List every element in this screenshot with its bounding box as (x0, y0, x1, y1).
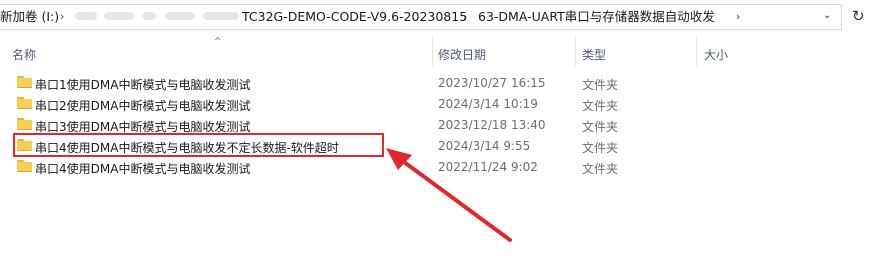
chevron-down-icon[interactable]: ⌄ (823, 10, 831, 21)
column-header-size[interactable]: 大小 (704, 46, 728, 63)
item-modified: 2023/12/18 13:40 (438, 118, 546, 132)
item-modified: 2022/11/24 9:02 (438, 160, 538, 174)
redacted-crumb (104, 12, 134, 20)
column-divider[interactable] (696, 36, 697, 66)
folder-icon (17, 160, 32, 172)
refresh-icon[interactable]: ↻ (852, 7, 865, 25)
list-item[interactable]: 串口2使用DMA中断模式与电脑收发测试 2024/3/14 10:19 文件夹 (12, 94, 872, 115)
list-item[interactable]: 串口4使用DMA中断模式与电脑收发测试 2022/11/24 9:02 文件夹 (12, 157, 872, 178)
sort-ascending-icon: ^ (214, 37, 222, 47)
column-header-row: 名称 修改日期 类型 大小 (0, 34, 872, 70)
chevron-right-icon[interactable]: › (463, 9, 467, 25)
item-modified: 2024/3/14 9:55 (438, 139, 531, 153)
item-name: 串口4使用DMA中断模式与电脑收发测试 (35, 162, 251, 176)
redacted-crumb (75, 12, 97, 20)
chevron-right-icon[interactable]: › (60, 9, 64, 25)
item-name: 串口2使用DMA中断模式与电脑收发测试 (35, 99, 251, 113)
folder-icon (17, 97, 32, 109)
address-bar[interactable]: 新加卷 (I:) › TC32G-DEMO-CODE-V9.6-20230815… (0, 0, 872, 34)
redacted-crumb (142, 12, 156, 20)
column-divider[interactable] (432, 36, 433, 66)
item-name: 串口1使用DMA中断模式与电脑收发测试 (35, 78, 251, 92)
item-type: 文件夹 (582, 162, 619, 176)
item-type: 文件夹 (582, 78, 619, 92)
list-item[interactable]: 串口1使用DMA中断模式与电脑收发测试 2023/10/27 16:15 文件夹 (12, 73, 872, 94)
item-modified: 2024/3/14 10:19 (438, 97, 538, 111)
annotation-highlight-box (13, 133, 384, 157)
folder-icon (17, 76, 32, 88)
item-type: 文件夹 (582, 141, 619, 155)
item-type: 文件夹 (582, 120, 619, 134)
breadcrumb-project[interactable]: TC32G-DEMO-CODE-V9.6-20230815 (242, 9, 467, 25)
breadcrumb-drive[interactable]: 新加卷 (I:) (0, 9, 59, 25)
chevron-right-icon[interactable]: › (736, 9, 740, 25)
folder-icon (17, 118, 32, 130)
column-header-modified[interactable]: 修改日期 (438, 46, 486, 63)
column-header-type[interactable]: 类型 (582, 46, 606, 63)
column-divider[interactable] (575, 36, 576, 66)
redacted-crumb (165, 12, 195, 20)
breadcrumb-current-folder[interactable]: 63-DMA-UART串口与存储器数据自动收发 (478, 9, 715, 25)
item-type: 文件夹 (582, 99, 619, 113)
item-modified: 2023/10/27 16:15 (438, 76, 546, 90)
redacted-crumb (203, 12, 239, 20)
column-header-name[interactable]: 名称 (12, 46, 36, 63)
